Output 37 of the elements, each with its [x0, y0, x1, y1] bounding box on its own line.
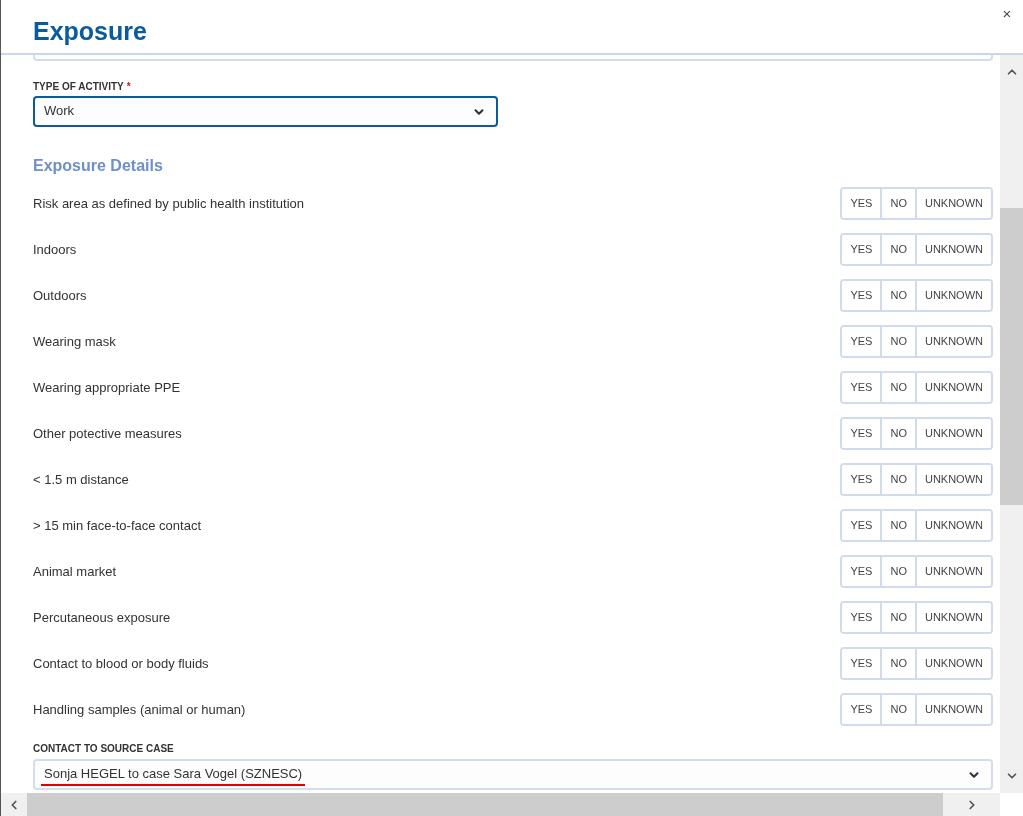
question-label: Other potective measures — [33, 424, 182, 443]
question-label: Indoors — [33, 240, 77, 259]
question-label: < 1.5 m distance — [33, 470, 129, 489]
select-value: Work — [43, 102, 76, 120]
answer-option[interactable]: UNKNOWN — [914, 189, 991, 218]
question-label: Handling samples (animal or human) — [33, 700, 246, 719]
select-field[interactable]: Sonja HEGEL to case Sara Vogel (SZNESC) — [33, 759, 993, 790]
question-label: Wearing appropriate PPE — [33, 378, 181, 397]
answer-option[interactable]: UNKNOWN — [914, 649, 991, 678]
scrollbar-thumb[interactable] — [1000, 208, 1023, 505]
answer-option[interactable]: UNKNOWN — [914, 281, 991, 310]
section-heading: Exposure Details — [33, 156, 163, 176]
answer-option[interactable]: UNKNOWN — [914, 557, 991, 586]
question-label: Animal market — [33, 562, 117, 581]
question-label: Percutaneous exposure — [33, 608, 171, 627]
answer-option[interactable]: UNKNOWN — [914, 511, 991, 540]
answer-option[interactable]: UNKNOWN — [914, 419, 991, 448]
answer-option[interactable]: UNKNOWN — [914, 373, 991, 402]
select-field[interactable]: Work — [33, 96, 498, 127]
answer-option[interactable]: UNKNOWN — [914, 465, 991, 494]
question-label: Contact to blood or body fluids — [33, 654, 209, 673]
answer-option[interactable]: UNKNOWN — [914, 235, 991, 264]
close-button[interactable]: × — [1000, 5, 1014, 23]
field-label: TYPE OF ACTIVITY — [33, 81, 124, 93]
question-label: Outdoors — [33, 286, 87, 305]
question-label: Wearing mask — [33, 332, 116, 351]
answer-option[interactable]: UNKNOWN — [914, 327, 991, 356]
input-field[interactable] — [33, 55, 993, 61]
question-label: > 15 min face-to-face contact — [33, 516, 201, 535]
select-value: Sonja HEGEL to case Sara Vogel (SZNESC) — [41, 763, 306, 786]
field-label: CONTACT TO SOURCE CASE — [33, 743, 174, 755]
answer-option[interactable]: UNKNOWN — [914, 603, 991, 632]
vertical-scrollbar[interactable] — [1000, 55, 1023, 793]
answer-option[interactable]: UNKNOWN — [914, 695, 991, 724]
required-mark: * — [126, 81, 131, 93]
question-label: Risk area as defined by public health institution — [33, 194, 304, 213]
dialog-title: Exposure — [33, 16, 147, 47]
